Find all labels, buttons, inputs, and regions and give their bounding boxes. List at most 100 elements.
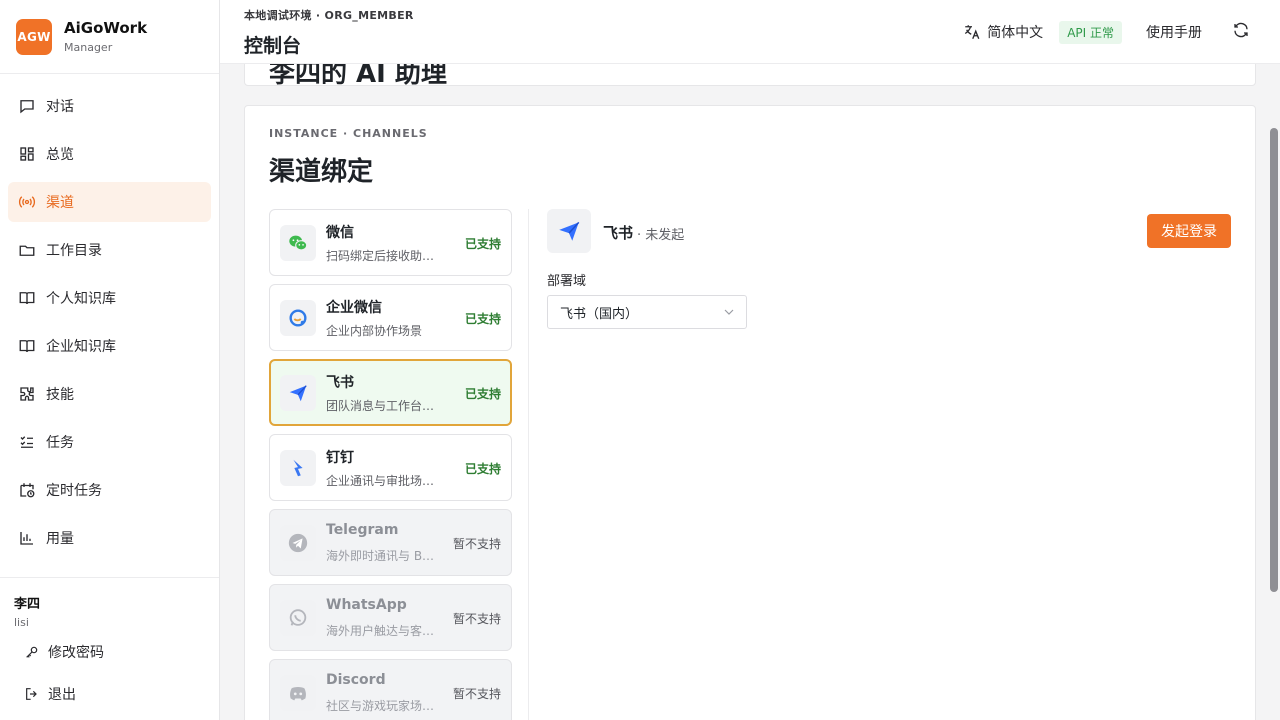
sidebar-item-label: 工作目录 <box>46 243 102 259</box>
channel-desc: 海外即时通讯与 B… <box>326 549 435 563</box>
translate-icon <box>965 25 980 40</box>
chat-icon <box>18 97 36 115</box>
channel-item-discord[interactable]: Discord 社区与游戏玩家场… 暂不支持 <box>269 659 512 720</box>
deploy-domain-value: 飞书（国内） <box>560 306 639 322</box>
deploy-domain-select[interactable]: 飞书（国内） <box>547 295 747 329</box>
key-icon <box>26 646 38 658</box>
channel-status: 暂不支持 <box>452 612 501 626</box>
wechat-icon <box>280 225 316 261</box>
puzzle-icon <box>18 385 36 403</box>
logout-label: 退出 <box>48 687 76 703</box>
channel-item-feishu[interactable]: 飞书 团队消息与工作台… 已支持 <box>269 359 512 426</box>
channel-name: 飞书 <box>326 375 354 391</box>
sidebar-item-skills[interactable]: 技能 <box>8 374 211 414</box>
dingtalk-icon <box>280 450 316 486</box>
sidebar-item-workdir[interactable]: 工作目录 <box>8 230 211 270</box>
channel-status: 已支持 <box>464 387 501 401</box>
change-password-button[interactable]: 修改密码 <box>14 633 219 671</box>
sidebar-item-overview[interactable]: 总览 <box>8 134 211 174</box>
broadcast-icon <box>18 193 36 211</box>
bar-chart-icon <box>18 529 36 547</box>
wecom-icon <box>280 300 316 336</box>
whatsapp-icon <box>280 600 316 636</box>
manual-link[interactable]: 使用手册 <box>1146 22 1202 42</box>
main-content: 李四的 AI 助理 INSTANCE · CHANNELS 渠道绑定 微信 扫码… <box>220 64 1270 720</box>
checklist-icon <box>18 433 36 451</box>
sidebar-item-tasks[interactable]: 任务 <box>8 422 211 462</box>
channel-status: 已支持 <box>464 312 501 326</box>
refresh-button[interactable] <box>1232 21 1250 43</box>
channel-desc: 团队消息与工作台… <box>326 399 435 413</box>
channel-status: 暂不支持 <box>452 537 501 551</box>
discord-icon <box>280 675 316 711</box>
api-status-badge: API 正常 <box>1059 20 1122 44</box>
page-title: 控制台 <box>244 35 302 57</box>
refresh-icon <box>1234 22 1248 38</box>
sidebar-item-usage[interactable]: 用量 <box>8 518 211 558</box>
assistant-card: 李四的 AI 助理 <box>244 64 1256 89</box>
sidebar-item-label: 个人知识库 <box>46 291 116 307</box>
chevron-down-icon <box>724 309 734 315</box>
calendar-clock-icon <box>18 481 36 499</box>
channel-name: Telegram <box>326 522 399 538</box>
folder-icon <box>18 241 36 259</box>
channel-name: 微信 <box>326 225 354 241</box>
deploy-domain-label: 部署域 <box>547 274 587 289</box>
channel-status: 已支持 <box>464 462 501 476</box>
channel-item-wecom[interactable]: 企业微信 企业内部协作场景 已支持 <box>269 284 512 351</box>
sidebar-item-chat[interactable]: 对话 <box>8 86 211 126</box>
sidebar: AGW AiGoWork Manager 对话 总览 渠道 工作目录 个人知识库… <box>0 0 220 720</box>
language-label: 简体中文 <box>987 25 1044 41</box>
sidebar-item-label: 任务 <box>46 435 74 451</box>
sidebar-item-label: 企业知识库 <box>46 339 116 355</box>
brand-name: AiGoWork <box>64 19 148 37</box>
logout-button[interactable]: 退出 <box>14 675 219 713</box>
channel-list: 微信 扫码绑定后接收助… 已支持 企业微信 企业内部协作场景 已支持 飞书 团队… <box>269 209 512 720</box>
page-scrollbar[interactable] <box>1270 128 1278 592</box>
brand: AGW AiGoWork Manager <box>0 0 219 74</box>
change-password-label: 修改密码 <box>48 645 104 661</box>
channel-name: Discord <box>326 672 386 688</box>
feishu-icon <box>280 375 316 411</box>
channel-status: 已支持 <box>464 237 501 251</box>
detail-channel-status: · 未发起 <box>637 228 685 243</box>
sidebar-item-enterprise-kb[interactable]: 企业知识库 <box>8 326 211 366</box>
channel-binding-card: INSTANCE · CHANNELS 渠道绑定 微信 扫码绑定后接收助… 已支… <box>244 105 1256 720</box>
channel-name: 钉钉 <box>326 450 354 466</box>
detail-channel-name: 飞书 <box>603 224 634 242</box>
feishu-icon <box>547 209 591 253</box>
user-block: 李四 lisi 修改密码 退出 <box>0 577 219 713</box>
channel-desc: 扫码绑定后接收助… <box>326 249 435 263</box>
sidebar-item-label: 技能 <box>46 387 74 403</box>
book-icon <box>18 337 36 355</box>
sidebar-item-label: 渠道 <box>46 195 74 211</box>
section-eyebrow: INSTANCE · CHANNELS <box>269 127 428 140</box>
language-switcher[interactable]: 简体中文 <box>963 22 1043 42</box>
dashboard-icon <box>18 145 36 163</box>
channel-item-whatsapp[interactable]: WhatsApp 海外用户触达与客… 暂不支持 <box>269 584 512 651</box>
brand-role: Manager <box>64 41 113 54</box>
channel-item-dingtalk[interactable]: 钉钉 企业通讯与审批场… 已支持 <box>269 434 512 501</box>
assistant-title: 李四的 AI 助理 <box>269 64 447 89</box>
sidebar-item-personal-kb[interactable]: 个人知识库 <box>8 278 211 318</box>
panel-divider <box>528 209 529 720</box>
user-name: 李四 <box>14 597 41 612</box>
sidebar-item-channels[interactable]: 渠道 <box>8 182 211 222</box>
channel-desc: 社区与游戏玩家场… <box>326 699 435 713</box>
channel-item-telegram[interactable]: Telegram 海外即时通讯与 B… 暂不支持 <box>269 509 512 576</box>
channel-desc: 企业内部协作场景 <box>326 324 423 338</box>
brand-logo: AGW <box>16 18 52 55</box>
top-header: 本地调试环境 · ORG_MEMBER 控制台 简体中文 API 正常 使用手册 <box>220 0 1280 64</box>
channel-item-wechat[interactable]: 微信 扫码绑定后接收助… 已支持 <box>269 209 512 276</box>
sidebar-nav: 对话 总览 渠道 工作目录 个人知识库 企业知识库 技能 任务 定时任务 用量 <box>0 74 219 562</box>
environment-label: 本地调试环境 · ORG_MEMBER <box>244 9 414 22</box>
channel-status: 暂不支持 <box>452 687 501 701</box>
start-login-button[interactable]: 发起登录 <box>1147 214 1231 248</box>
sidebar-item-label: 对话 <box>46 99 74 115</box>
channel-name: 企业微信 <box>326 300 382 316</box>
logout-icon <box>26 688 37 700</box>
channel-name: WhatsApp <box>326 597 407 613</box>
sidebar-item-label: 总览 <box>46 147 74 163</box>
channel-desc: 海外用户触达与客… <box>326 624 435 638</box>
sidebar-item-scheduled[interactable]: 定时任务 <box>8 470 211 510</box>
